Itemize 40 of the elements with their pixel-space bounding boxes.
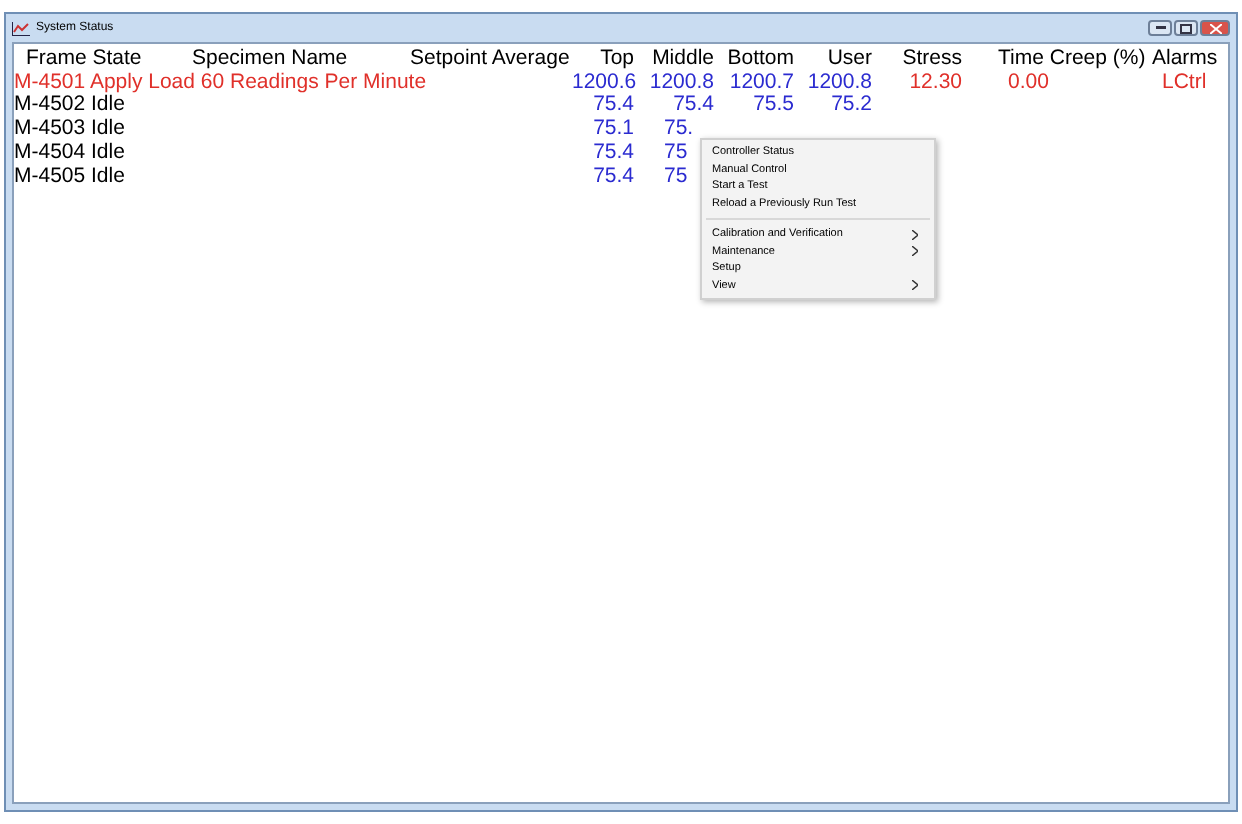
close-icon <box>1209 23 1221 33</box>
column-header: Top <box>598 48 634 72</box>
maximize-button[interactable] <box>1174 20 1198 36</box>
column-header: Frame State <box>24 48 144 72</box>
reading-cell-text: 1200.8 <box>647 71 714 95</box>
frame-state-cell-text: M-4501 Apply Load 60 Readings Per Minute <box>14 71 429 94</box>
reading-cell-text: 75.2 <box>829 94 872 119</box>
reading-cell-text: 75.5 <box>751 94 794 119</box>
maximize-icon <box>1180 23 1192 33</box>
column-header: Specimen Name <box>190 48 350 72</box>
frame-state-cell-text: M-4502 Idle <box>14 94 125 118</box>
column-header: User <box>825 48 872 72</box>
chevron-icon <box>912 280 918 291</box>
frame-state-cell-text: M-4505 Idle <box>14 165 127 189</box>
frame-state-cell-text: M-4503 Idle <box>14 118 127 142</box>
chart-icon <box>12 21 30 35</box>
reading-cell-text: 1200.8 <box>805 71 872 95</box>
reading-cell-text: 75.4 <box>671 94 714 119</box>
reading-cell-text: 75. <box>662 118 696 142</box>
minimize-button[interactable] <box>1148 20 1172 36</box>
reading-cell: 1200.6 <box>572 71 634 95</box>
reading-cell-text: 1200.7 <box>727 71 794 95</box>
close-button[interactable] <box>1200 20 1230 36</box>
creep-cell-text: 0.00 <box>1006 71 1051 95</box>
column-header: Setpoint Average <box>408 48 572 72</box>
column-header: Stress <box>900 48 962 72</box>
column-header: Alarms <box>1152 48 1220 72</box>
frame-state-cell-text: M-4504 Idle <box>14 141 127 166</box>
column-header: Bottom <box>725 48 794 72</box>
reading-cell-text: 75.4 <box>591 141 634 166</box>
column-header: Time Creep (%) <box>996 48 1148 72</box>
reading-cell-text: 75.4 <box>591 165 634 189</box>
column-header: Middle <box>650 48 714 72</box>
minimize-icon <box>1155 26 1165 30</box>
reading-cell-text: 75.1 <box>591 118 634 142</box>
reading-cell-text: 75 <box>662 141 690 166</box>
stress-cell-text: 12.30 <box>907 71 962 95</box>
reading-cell-text: 75.4 <box>591 94 634 119</box>
alarm-cell-text: LCtrl <box>1160 71 1209 95</box>
reading-cell-text: 75 <box>662 165 690 189</box>
